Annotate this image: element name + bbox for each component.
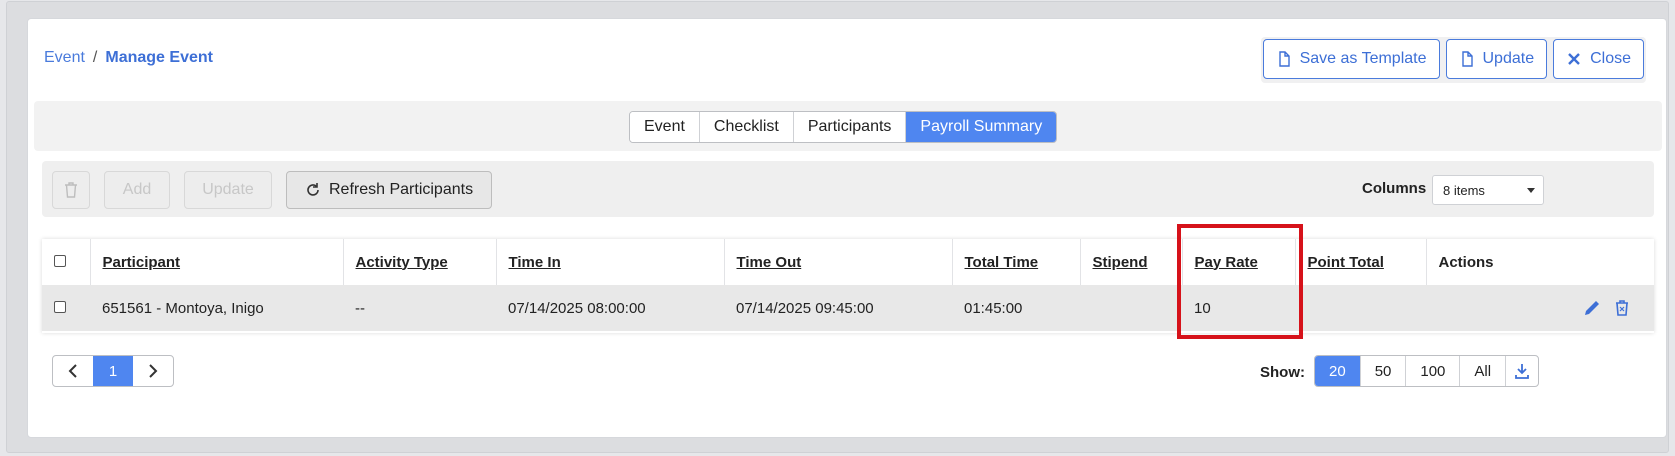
close-label: Close [1590, 50, 1631, 67]
chevron-down-icon [1527, 188, 1535, 193]
save-as-template-button[interactable]: Save as Template [1262, 39, 1440, 79]
document-icon [1278, 51, 1290, 67]
cell-activity-type: -- [343, 285, 496, 331]
toolbar: Add Update Refresh Participants Columns … [42, 161, 1654, 217]
pencil-icon[interactable] [1582, 298, 1602, 318]
col-point-total-label: Point Total [1307, 253, 1384, 271]
cell-pay-rate: 10 [1182, 285, 1295, 331]
col-participant-label: Participant [102, 253, 181, 271]
cell-stipend [1080, 285, 1182, 331]
col-activity-type[interactable]: Activity Type [343, 239, 497, 285]
page-size-all[interactable]: All [1460, 356, 1507, 386]
page-size-50[interactable]: 50 [1361, 356, 1407, 386]
select-all-checkbox[interactable] [54, 254, 66, 267]
col-total-time[interactable]: Total Time [952, 239, 1081, 285]
chevron-right-icon [149, 364, 158, 378]
cell-time-out: 07/14/2025 09:45:00 [724, 285, 952, 331]
refresh-participants-label: Refresh Participants [329, 181, 474, 198]
col-pay-rate-label: Pay Rate [1194, 253, 1258, 271]
refresh-participants-button[interactable]: Refresh Participants [286, 171, 493, 209]
col-time-in-label: Time In [508, 253, 561, 271]
payroll-table: Participant Activity Type Time In Time O… [42, 239, 1654, 333]
cell-total-time: 01:45:00 [952, 285, 1080, 331]
update-label: Update [1482, 50, 1535, 67]
cell-point-total [1295, 285, 1426, 331]
breadcrumb-current: Manage Event [105, 49, 213, 66]
manage-event-card: Event / Manage Event Save as Template Upda… [27, 18, 1667, 438]
chevron-left-icon [68, 364, 77, 378]
delete-button[interactable] [52, 171, 90, 209]
columns-label: Columns [1362, 180, 1427, 197]
save-as-template-label: Save as Template [1299, 50, 1427, 67]
tabs-bar: Event Checklist Participants Payroll Sum… [34, 101, 1662, 151]
col-stipend[interactable]: Stipend [1080, 239, 1183, 285]
row-select-cell [42, 285, 90, 331]
table-row: 651561 - Montoya, Inigo -- 07/14/2025 08… [42, 285, 1654, 331]
columns-select[interactable]: 8 items [1432, 175, 1544, 205]
col-total-time-label: Total Time [964, 253, 1039, 271]
cell-time-in: 07/14/2025 08:00:00 [496, 285, 724, 331]
document-icon [1461, 51, 1473, 67]
download-button[interactable] [1506, 356, 1538, 386]
pagination: 1 [52, 355, 174, 387]
refresh-icon [307, 183, 319, 196]
col-participant[interactable]: Participant [90, 239, 344, 285]
cell-actions [1426, 285, 1654, 331]
tab-participants[interactable]: Participants [793, 112, 907, 142]
tab-event[interactable]: Event [630, 112, 700, 142]
tab-payroll-summary[interactable]: Payroll Summary [906, 112, 1057, 142]
col-stipend-label: Stipend [1092, 253, 1148, 271]
table-header-row: Participant Activity Type Time In Time O… [42, 239, 1654, 285]
close-icon [1568, 53, 1580, 65]
col-time-in[interactable]: Time In [496, 239, 725, 285]
col-actions: Actions [1438, 253, 1494, 271]
page-1-button[interactable]: 1 [93, 356, 133, 386]
recycle-bin-icon[interactable] [1612, 298, 1632, 318]
window-frame: Event / Manage Event Save as Template Upda… [6, 1, 1669, 453]
col-point-total[interactable]: Point Total [1295, 239, 1427, 285]
tab-checklist[interactable]: Checklist [699, 112, 794, 142]
col-pay-rate[interactable]: Pay Rate [1182, 239, 1296, 285]
next-page-button[interactable] [133, 356, 173, 386]
update-button[interactable]: Update [1445, 39, 1548, 79]
col-time-out[interactable]: Time Out [724, 239, 953, 285]
download-icon [1515, 364, 1529, 379]
columns-select-value: 8 items [1443, 182, 1485, 198]
col-time-out-label: Time Out [736, 253, 802, 271]
breadcrumb-event-link[interactable]: Event [44, 49, 85, 66]
select-all-header [42, 239, 91, 285]
cell-participant: 651561 - Montoya, Inigo [90, 285, 343, 331]
page-size-group: 20 50 100 All [1314, 355, 1540, 387]
col-activity-type-label: Activity Type [355, 253, 448, 271]
show-label: Show: [1260, 364, 1305, 381]
breadcrumb: Event / Manage Event [44, 49, 213, 67]
close-button[interactable]: Close [1553, 39, 1644, 79]
toolbar-update-button[interactable]: Update [184, 171, 272, 209]
page-size-20[interactable]: 20 [1315, 356, 1361, 386]
row-checkbox[interactable] [54, 300, 66, 313]
add-button[interactable]: Add [104, 171, 170, 209]
trash-icon [65, 182, 77, 198]
tab-group: Event Checklist Participants Payroll Sum… [629, 111, 1058, 143]
header-actions: Save as Template Update Close [1260, 37, 1646, 83]
breadcrumb-separator: / [92, 49, 98, 66]
prev-page-button[interactable] [53, 356, 93, 386]
page-size-100[interactable]: 100 [1406, 356, 1461, 386]
